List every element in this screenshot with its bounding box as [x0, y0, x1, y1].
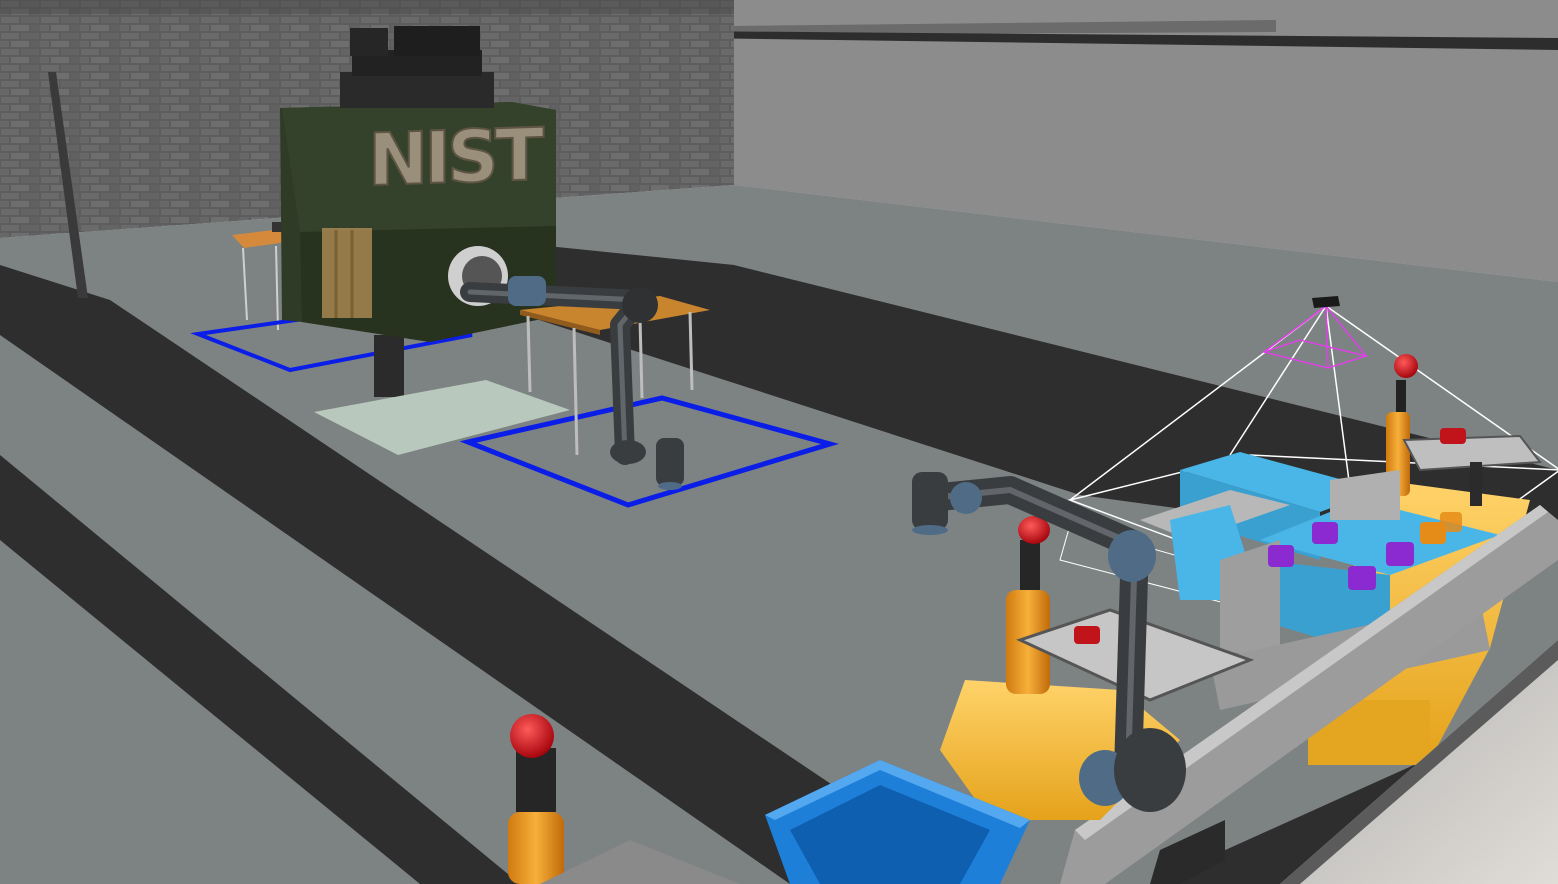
- logical-camera: [1312, 296, 1340, 308]
- simulation-viewport[interactable]: NIST: [0, 0, 1558, 884]
- nist-sign: NIST: [368, 112, 544, 202]
- brick-wall-shadow: [0, 0, 734, 14]
